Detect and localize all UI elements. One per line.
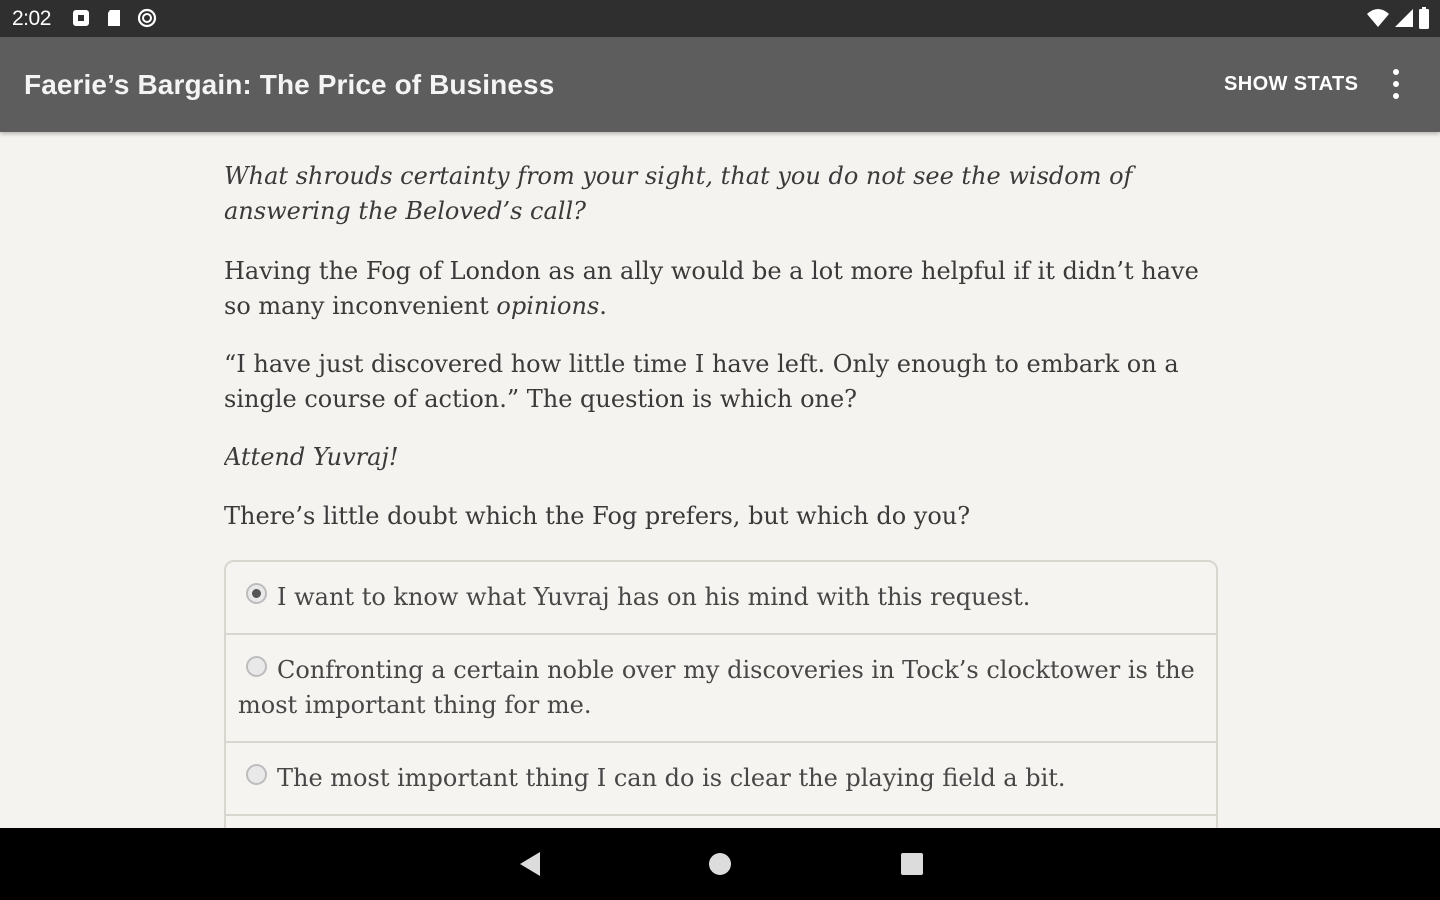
choice-list: I want to know what Yuvraj has on his mi… xyxy=(224,560,1218,828)
back-icon[interactable] xyxy=(516,850,544,878)
choice-label-2: Confronting a certain noble over my disc… xyxy=(238,656,1195,719)
choice-option-2[interactable]: Confronting a certain noble over my disc… xyxy=(226,635,1216,743)
wifi-icon xyxy=(1367,9,1389,27)
choice-option-1[interactable]: I want to know what Yuvraj has on his mi… xyxy=(226,562,1216,635)
story-content: What shrouds certainty from your sight, … xyxy=(224,132,1220,828)
show-stats-button[interactable]: SHOW STATS xyxy=(1224,73,1358,96)
radio-button[interactable] xyxy=(246,656,267,677)
story-paragraph-2: Having the Fog of London as an ally woul… xyxy=(224,254,1220,324)
story-paragraph-1: What shrouds certainty from your sight, … xyxy=(224,162,1133,225)
battery-icon xyxy=(1419,7,1429,29)
more-vert-icon[interactable] xyxy=(1384,67,1408,101)
choice-option-3[interactable]: The most important thing I can do is cle… xyxy=(226,743,1216,816)
story-paragraph-2-emphasis: opinions xyxy=(496,292,600,320)
story-paragraph-3: “I have just discovered how little time … xyxy=(224,350,1179,413)
recents-icon[interactable] xyxy=(898,850,926,878)
radio-button[interactable] xyxy=(246,764,267,785)
story-paragraph-2-text: Having the Fog of London as an ally woul… xyxy=(224,257,1199,320)
choice-option-4[interactable] xyxy=(226,816,1216,828)
story-paragraph-2-end: . xyxy=(599,292,607,320)
status-bar: 2:02 xyxy=(0,0,1440,37)
radio-button-selected[interactable] xyxy=(246,583,267,604)
notification-square-icon xyxy=(73,10,89,26)
app-title: Faerie’s Bargain: The Price of Business xyxy=(24,69,555,100)
home-icon[interactable] xyxy=(706,850,734,878)
story-paragraph-5: There’s little doubt which the Fog prefe… xyxy=(224,502,971,530)
system-nav-bar xyxy=(0,828,1440,900)
sync-icon xyxy=(137,8,157,28)
app-bar: Faerie’s Bargain: The Price of Business … xyxy=(0,37,1440,132)
choice-label-1: I want to know what Yuvraj has on his mi… xyxy=(277,583,1031,611)
choice-label-3: The most important thing I can do is cle… xyxy=(277,764,1066,792)
signal-icon xyxy=(1395,9,1413,27)
story-paragraph-4: Attend Yuvraj! xyxy=(224,443,399,471)
status-time: 2:02 xyxy=(12,7,51,30)
sd-card-icon xyxy=(108,10,120,26)
status-right-icons xyxy=(1366,7,1430,29)
